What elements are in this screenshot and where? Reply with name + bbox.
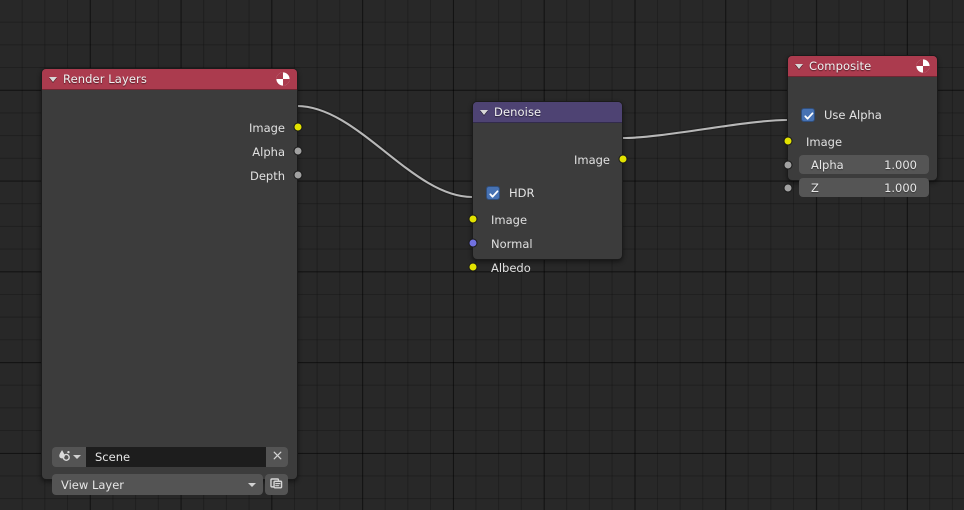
scene-data-icon [57,448,72,466]
node-render-layers[interactable]: Render Layers Image Alpha Depth Scene Vi… [41,68,303,495]
duplicate-view-layer-icon [269,476,284,494]
scene-name-field[interactable]: Scene [86,447,266,467]
input-row-normal: Normal [491,237,533,251]
scene-selector-row[interactable]: Scene [52,447,288,467]
collapse-triangle-icon[interactable] [795,63,803,69]
socket-output-depth[interactable] [293,170,303,180]
render-result-icon [275,71,291,87]
link-denoise-image-to-composite-image [620,117,790,141]
socket-input-z[interactable] [783,183,793,193]
collapse-triangle-icon[interactable] [480,109,488,115]
scene-datablock-picker-button[interactable] [52,447,86,467]
socket-output-image[interactable] [293,122,303,132]
input-row-albedo: Albedo [491,261,531,275]
checkbox-checked-icon[interactable] [486,186,500,200]
output-row-alpha: Alpha [252,145,285,159]
hdr-label: HDR [509,186,535,200]
node-render-layers-header[interactable]: Render Layers [42,69,297,90]
collapse-triangle-icon[interactable] [49,76,57,82]
node-denoise[interactable]: Denoise Image HDR Image Normal Albedo [468,101,628,275]
scene-clear-button[interactable] [266,447,288,467]
socket-input-normal[interactable] [468,238,478,248]
chevron-down-icon[interactable] [73,455,81,459]
node-denoise-header[interactable]: Denoise [473,102,622,123]
close-x-icon [272,450,283,464]
link-denoise-image-to-composite-image-core [621,118,789,140]
node-title: Composite [809,59,872,73]
socket-input-image[interactable] [783,136,793,146]
link-render-layers-image-to-denoise-image [294,103,475,200]
output-row-image: Image [248,121,285,135]
socket-input-image[interactable] [468,214,478,224]
output-row-image: Image [573,153,610,167]
use-alpha-checkbox-row[interactable]: Use Alpha [801,107,882,123]
new-view-layer-button[interactable] [265,474,288,495]
view-layer-dropdown[interactable]: View Layer [52,474,263,495]
socket-input-albedo[interactable] [468,262,478,272]
hdr-checkbox-row[interactable]: HDR [486,185,535,201]
chevron-down-icon[interactable] [248,482,256,487]
use-alpha-label: Use Alpha [824,108,882,122]
render-result-icon [915,58,931,74]
socket-output-alpha[interactable] [293,146,303,156]
node-composite[interactable]: Composite Use Alpha Image Alpha 1.000 Z … [783,55,938,197]
node-editor-canvas[interactable]: Render Layers Image Alpha Depth Scene Vi… [0,0,964,510]
node-title: Render Layers [63,72,147,86]
output-row-depth: Depth [249,169,285,183]
view-layer-row[interactable]: View Layer [52,474,288,495]
alpha-value-field[interactable]: Alpha 1.000 [799,155,929,174]
socket-output-image[interactable] [618,154,628,164]
link-render-layers-image-to-denoise-image-core [295,104,474,199]
node-title: Denoise [494,105,542,119]
input-row-image: Image [491,213,528,227]
node-composite-header[interactable]: Composite [788,56,937,77]
input-row-image: Image [806,135,843,149]
socket-input-alpha[interactable] [783,160,793,170]
z-value-field[interactable]: Z 1.000 [799,178,929,197]
checkbox-checked-icon[interactable] [801,108,815,122]
